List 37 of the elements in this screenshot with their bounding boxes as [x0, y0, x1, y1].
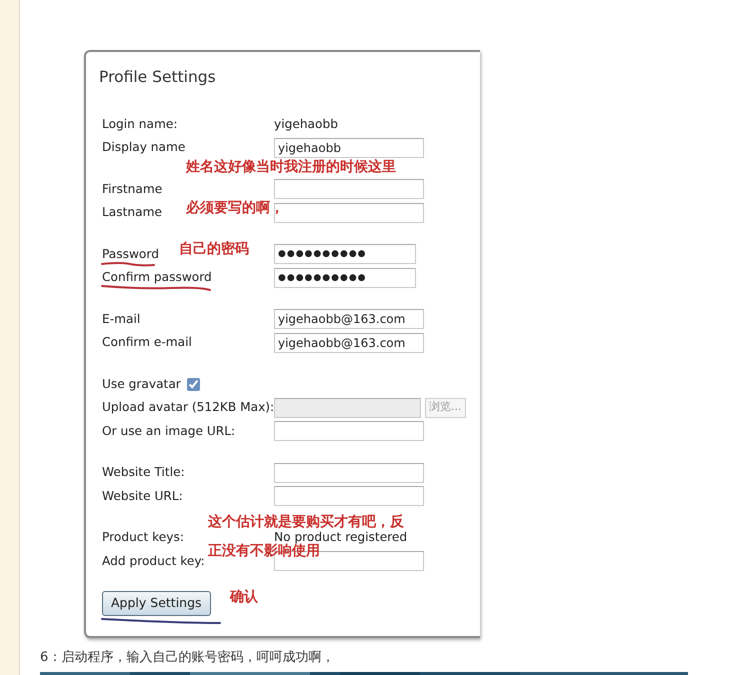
text-field[interactable]: [274, 462, 424, 482]
text-field[interactable]: [274, 421, 424, 441]
field-label: Upload avatar (512KB Max):: [102, 400, 274, 414]
apply-settings-button[interactable]: Apply Settings: [102, 590, 211, 616]
annotation-text: 这个估计就是要购买才有吧，反: [208, 512, 404, 532]
window-title: Profile Settings: [99, 67, 217, 88]
field-value: No product registered: [274, 529, 408, 544]
text-field[interactable]: yigehaobb@163.com: [274, 332, 424, 352]
field-value: yigehaobb: [274, 116, 338, 133]
annotation-text: 正没有不影响使用: [208, 543, 320, 562]
field-label: Firstname: [102, 182, 162, 196]
text-field[interactable]: [274, 486, 424, 506]
field-label: Display name: [102, 140, 186, 154]
field-label: E-mail: [102, 312, 140, 326]
annotation-text: 确认: [230, 588, 258, 607]
field-label: Lastname: [102, 205, 162, 220]
field-label: Add product key:: [102, 554, 205, 568]
field-label: Confirm password: [102, 270, 212, 284]
text-field[interactable]: yigehaobb@163.com: [274, 309, 424, 329]
text-field[interactable]: yigehaobb: [274, 138, 424, 158]
annotation-text: 必须要写的啊，: [186, 198, 284, 218]
field-label: Login name:: [102, 116, 178, 131]
annotation-text: 自己的密码: [179, 240, 249, 260]
field-label: Use gravatar: [102, 376, 181, 391]
text-field[interactable]: [274, 179, 424, 199]
field-label: Website URL:: [102, 488, 183, 503]
field-label: Confirm e-mail: [102, 335, 192, 350]
field-label: Password: [102, 246, 159, 261]
annotation-text: 姓名这好像当时我注册的时候这里: [186, 158, 396, 178]
password-field[interactable]: ●●●●●●●●●●: [274, 244, 416, 264]
field-label: Product keys:: [102, 530, 184, 544]
field-label: Or use an image URL:: [102, 424, 236, 438]
password-field[interactable]: ●●●●●●●●●●: [274, 268, 416, 288]
caption-text: 6：启动程序，输入自己的账号密码，呵呵成功啊，: [40, 649, 336, 667]
text-field[interactable]: [274, 202, 424, 222]
gravatar-checkbox[interactable]: [186, 378, 200, 390]
field-label: Website Title:: [102, 465, 185, 480]
